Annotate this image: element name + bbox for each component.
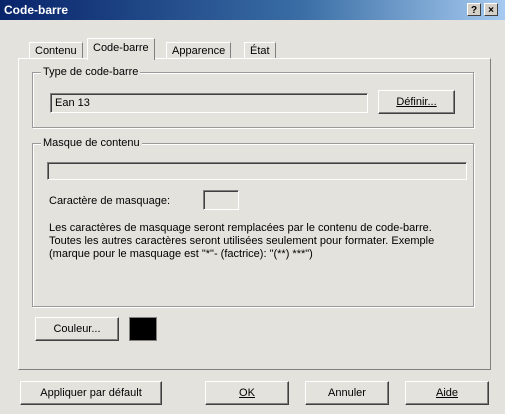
help-button[interactable]: ? bbox=[467, 3, 481, 16]
tab-panel: Type de code-barre Ean 13 Définir... Mas… bbox=[18, 58, 491, 370]
cancel-button[interactable]: Annuler bbox=[305, 381, 389, 405]
mask-char-label: Caractère de masquage: bbox=[49, 195, 171, 207]
barcode-type-group: Type de code-barre Ean 13 Définir... bbox=[32, 66, 474, 128]
mask-char-input[interactable] bbox=[203, 190, 239, 210]
color-swatch[interactable] bbox=[129, 317, 157, 341]
define-button[interactable]: Définir... bbox=[378, 90, 455, 114]
content-mask-legend: Masque de contenu bbox=[41, 137, 142, 149]
mask-input[interactable] bbox=[47, 162, 467, 180]
barcode-type-legend: Type de code-barre bbox=[41, 66, 141, 78]
mask-description: Les caractères de masquage seront rempla… bbox=[49, 222, 435, 260]
close-button[interactable]: × bbox=[484, 3, 498, 16]
content-mask-group: Masque de contenu Caractère de masquage:… bbox=[32, 137, 474, 307]
tab-contenu[interactable]: Contenu bbox=[29, 42, 83, 59]
help-footer-button[interactable]: Aide bbox=[405, 381, 489, 405]
title-bar: Code-barre ? × bbox=[0, 0, 505, 20]
barcode-type-field[interactable]: Ean 13 bbox=[50, 93, 368, 113]
ok-button[interactable]: OK bbox=[205, 381, 289, 405]
window-title: Code-barre bbox=[4, 3, 69, 17]
color-button[interactable]: Couleur... bbox=[35, 317, 119, 341]
tab-apparence[interactable]: Apparence bbox=[166, 42, 232, 59]
tab-code-barre[interactable]: Code-barre bbox=[87, 38, 155, 60]
tab-etat[interactable]: État bbox=[244, 42, 276, 59]
apply-default-button[interactable]: Appliquer par défault bbox=[20, 381, 162, 405]
